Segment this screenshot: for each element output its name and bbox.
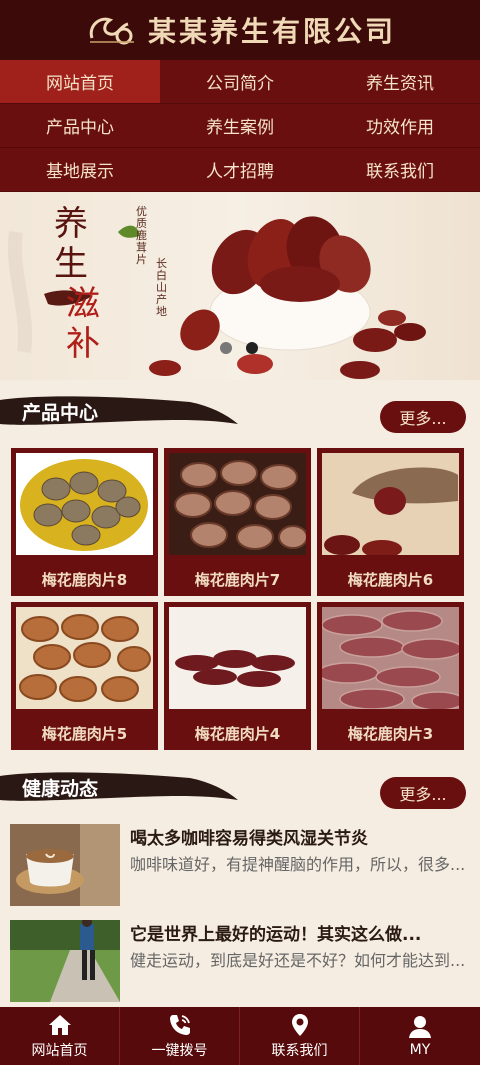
product-name: 梅花鹿肉片7	[194, 571, 281, 589]
news-thumbnail	[10, 920, 120, 1002]
nav-item-about[interactable]: 公司简介	[160, 60, 320, 104]
products-section-header: 产品中心 更多...	[0, 380, 480, 448]
section-title: 健康动态	[22, 778, 99, 800]
nav-item-home[interactable]: 网站首页	[0, 60, 160, 104]
product-card[interactable]: 梅花鹿肉片3	[317, 602, 465, 750]
nav-item-products[interactable]: 产品中心	[0, 104, 160, 148]
news-thumbnail	[10, 824, 120, 906]
more-products-button[interactable]: 更多...	[380, 401, 466, 433]
footer-label: 一键拨号	[151, 1043, 208, 1059]
bottom-toolbar: 网站首页 一键拨号 联系我们 MY	[0, 1007, 480, 1065]
home-icon	[48, 1015, 71, 1035]
nav-item-contact[interactable]: 联系我们	[320, 148, 480, 192]
nav-item-news[interactable]: 养生资讯	[320, 60, 480, 104]
product-image	[169, 453, 308, 555]
news-title[interactable]: 喝太多咖啡容易得类风湿关节炎	[130, 826, 470, 852]
section-title: 产品中心	[22, 402, 99, 424]
news-summary: 健走运动，到底是好还是不好？如何才能达到...	[130, 951, 466, 970]
carousel-dot[interactable]	[220, 342, 232, 354]
carousel-dot-active[interactable]	[246, 342, 258, 354]
banner-title-char: 滋	[66, 284, 100, 324]
banner-title-char: 养	[54, 204, 88, 244]
hero-banner[interactable]: 养 生 滋 补 优质鹿茸片 长白山产地	[0, 192, 480, 380]
product-card[interactable]: 梅花鹿肉片5	[11, 602, 158, 750]
news-summary: 咖啡味道好，有提神醒脑的作用，所以，很多...	[130, 855, 466, 874]
product-grid: 梅花鹿肉片8 梅花鹿肉片7 梅花鹿肉片6 梅花鹿肉片5 梅花鹿肉片4 梅花鹿肉片…	[0, 448, 480, 750]
banner-vertical-text: 优质鹿茸片	[136, 205, 147, 266]
nav-item-cases[interactable]: 养生案例	[160, 104, 320, 148]
news-title[interactable]: 它是世界上最好的运动！其实这么做...	[130, 922, 470, 948]
footer-label: MY	[409, 1042, 431, 1058]
site-title: 某某养生有限公司	[147, 15, 396, 48]
location-pin-icon	[291, 1014, 308, 1036]
nav-item-jobs[interactable]: 人才招聘	[160, 148, 320, 192]
user-icon	[409, 1016, 431, 1038]
main-nav: 网站首页 公司简介 养生资讯 产品中心 养生案例 功效作用 基地展示 人才招聘 …	[0, 60, 480, 192]
product-image	[322, 453, 459, 558]
banner-title: 养 生 滋 补	[54, 204, 124, 364]
product-name: 梅花鹿肉片3	[347, 725, 434, 743]
product-image	[16, 607, 153, 709]
site-header: 某某养生有限公司	[0, 0, 480, 60]
more-news-button[interactable]: 更多...	[380, 777, 466, 809]
news-item[interactable]: 喝太多咖啡容易得类风湿关节炎 咖啡味道好，有提神醒脑的作用，所以，很多...	[0, 824, 480, 920]
product-card[interactable]: 梅花鹿肉片6	[317, 448, 464, 596]
footer-label: 网站首页	[31, 1043, 88, 1059]
logo-icon	[89, 17, 134, 45]
banner-title-char: 补	[66, 324, 100, 364]
phone-icon	[169, 1015, 190, 1035]
news-section-header: 健康动态 更多...	[0, 756, 480, 824]
nav-item-effects[interactable]: 功效作用	[320, 104, 480, 148]
product-card[interactable]: 梅花鹿肉片8	[11, 448, 158, 596]
footer-call-button[interactable]: 一键拨号	[120, 1007, 240, 1065]
footer-contact-button[interactable]: 联系我们	[240, 1007, 360, 1065]
news-item[interactable]: 它是世界上最好的运动！其实这么做... 健走运动，到底是好还是不好？如何才能达到…	[0, 920, 480, 1016]
footer-my-button[interactable]: MY	[360, 1007, 480, 1065]
product-name: 梅花鹿肉片5	[41, 725, 128, 743]
footer-home-button[interactable]: 网站首页	[0, 1007, 120, 1065]
carousel-dots	[220, 342, 258, 354]
product-name: 梅花鹿肉片8	[41, 571, 128, 589]
banner-vertical-text: 长白山产地	[156, 257, 167, 318]
product-card[interactable]: 梅花鹿肉片7	[164, 448, 311, 596]
banner-title-char: 生	[54, 244, 88, 284]
footer-label: 联系我们	[271, 1043, 328, 1059]
product-card[interactable]: 梅花鹿肉片4	[164, 602, 311, 750]
product-image	[169, 607, 306, 709]
product-image	[317, 607, 465, 711]
product-name: 梅花鹿肉片6	[347, 571, 434, 589]
product-name: 梅花鹿肉片4	[194, 725, 281, 743]
nav-item-base[interactable]: 基地展示	[0, 148, 160, 192]
product-image	[16, 453, 153, 555]
